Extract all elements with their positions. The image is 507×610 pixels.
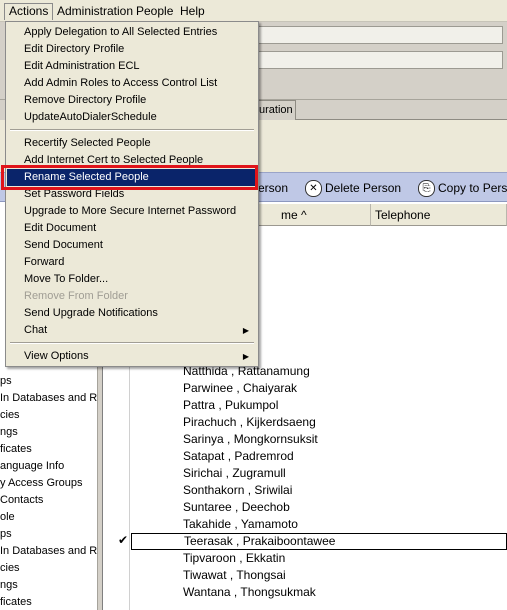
nav-item[interactable]: y Access Groups bbox=[0, 475, 83, 492]
highlight-callout bbox=[1, 165, 258, 190]
copy-label: Copy to Pers bbox=[438, 181, 507, 195]
nav-item[interactable]: ficates bbox=[0, 441, 32, 458]
add-person-label: erson bbox=[258, 181, 289, 195]
menu-item-chat[interactable]: Chat ▶ bbox=[7, 322, 257, 339]
menu-item-apply-delegation[interactable]: Apply Delegation to All Selected Entries bbox=[7, 24, 257, 41]
table-row[interactable]: Suntaree , Deechob bbox=[131, 499, 507, 516]
nav-item[interactable]: In Databases and R bbox=[0, 390, 97, 407]
menu-separator bbox=[10, 342, 254, 344]
delete-person-button[interactable]: ✕ Delete Person bbox=[305, 177, 401, 199]
menu-item-upgrade-password[interactable]: Upgrade to More Secure Internet Password bbox=[7, 203, 257, 220]
search-field[interactable] bbox=[258, 51, 503, 69]
delete-person-label: Delete Person bbox=[325, 181, 402, 195]
table-row[interactable]: Takahide , Yamamoto bbox=[131, 516, 507, 533]
nav-item[interactable]: cies bbox=[0, 407, 20, 424]
table-row[interactable]: Tiwawat , Thongsai bbox=[131, 567, 507, 584]
menu-item-send-document[interactable]: Send Document bbox=[7, 237, 257, 254]
selected-check-icon: ✔ bbox=[118, 533, 129, 547]
actions-dropdown-menu: Apply Delegation to All Selected Entries… bbox=[5, 21, 259, 367]
menu-item-edit-directory-profile[interactable]: Edit Directory Profile bbox=[7, 41, 257, 58]
table-row[interactable]: Sarinya , Mongkornsuksit bbox=[131, 431, 507, 448]
nav-item[interactable]: ngs bbox=[0, 424, 18, 441]
nav-item[interactable]: In Databases and R bbox=[0, 543, 97, 560]
table-row[interactable]: Parwinee , Chaiyarak bbox=[131, 380, 507, 397]
submenu-arrow-icon: ▶ bbox=[242, 326, 249, 335]
menu-actions[interactable]: Actions bbox=[4, 3, 54, 20]
menu-item-update-autodialer[interactable]: UpdateAutoDialerSchedule bbox=[7, 109, 257, 126]
table-row[interactable]: Sirichai , Zugramull bbox=[131, 465, 507, 482]
menu-item-forward[interactable]: Forward bbox=[7, 254, 257, 271]
address-field[interactable] bbox=[258, 26, 503, 44]
table-row[interactable]: Satapat , Padremrod bbox=[131, 448, 507, 465]
menu-item-move-to-folder[interactable]: Move To Folder... bbox=[7, 271, 257, 288]
menu-item-edit-administration-ecl[interactable]: Edit Administration ECL bbox=[7, 58, 257, 75]
nav-item[interactable]: ps bbox=[0, 526, 12, 543]
nav-item[interactable]: Contacts bbox=[0, 492, 43, 509]
menu-item-send-upgrade-notifications[interactable]: Send Upgrade Notifications bbox=[7, 305, 257, 322]
menu-separator bbox=[10, 129, 254, 131]
table-row[interactable]: Sonthakorn , Sriwilai bbox=[131, 482, 507, 499]
nav-item[interactable]: ps bbox=[0, 373, 12, 390]
menu-item-edit-document[interactable]: Edit Document bbox=[7, 220, 257, 237]
nav-item[interactable]: ngs bbox=[0, 577, 18, 594]
table-row[interactable]: Pirachuch , Kijkerdsaeng bbox=[131, 414, 507, 431]
nav-item[interactable]: ole bbox=[0, 509, 15, 526]
table-row[interactable]: Pattra , Pukumpol bbox=[131, 397, 507, 414]
menu-item-remove-directory-profile[interactable]: Remove Directory Profile bbox=[7, 92, 257, 109]
submenu-arrow-icon: ▶ bbox=[242, 352, 249, 361]
menu-item-view-options-label: View Options bbox=[24, 350, 89, 362]
nav-item[interactable]: ficates bbox=[0, 594, 32, 610]
menu-item-recertify[interactable]: Recertify Selected People bbox=[7, 135, 257, 152]
menu-item-add-admin-roles[interactable]: Add Admin Roles to Access Control List bbox=[7, 75, 257, 92]
copy-to-personal-button[interactable]: ⎘ Copy to Pers bbox=[418, 177, 507, 199]
menu-people[interactable]: People bbox=[132, 3, 177, 20]
table-row-selected[interactable]: Teerasak , Prakaiboontawee bbox=[131, 533, 507, 550]
nav-item[interactable]: cies bbox=[0, 560, 20, 577]
menu-administration[interactable]: Administration bbox=[53, 3, 137, 20]
table-row[interactable]: Wantana , Thongsukmak bbox=[131, 584, 507, 601]
menu-item-view-options[interactable]: View Options ▶ bbox=[7, 348, 257, 365]
delete-icon: ✕ bbox=[305, 180, 322, 198]
menu-item-chat-label: Chat bbox=[24, 324, 48, 336]
menu-help[interactable]: Help bbox=[176, 3, 209, 20]
nav-item[interactable]: anguage Info bbox=[0, 458, 64, 475]
menu-bar: Actions Administration People Help bbox=[0, 0, 507, 22]
table-row[interactable]: Tipvaroon , Ekkatin bbox=[131, 550, 507, 567]
add-person-button[interactable]: erson bbox=[258, 177, 288, 199]
copy-icon: ⎘ bbox=[418, 180, 435, 198]
menu-item-remove-from-folder: Remove From Folder bbox=[24, 290, 128, 302]
tab-configuration[interactable]: uration bbox=[254, 100, 296, 120]
column-header-telephone[interactable]: Telephone bbox=[371, 204, 507, 226]
